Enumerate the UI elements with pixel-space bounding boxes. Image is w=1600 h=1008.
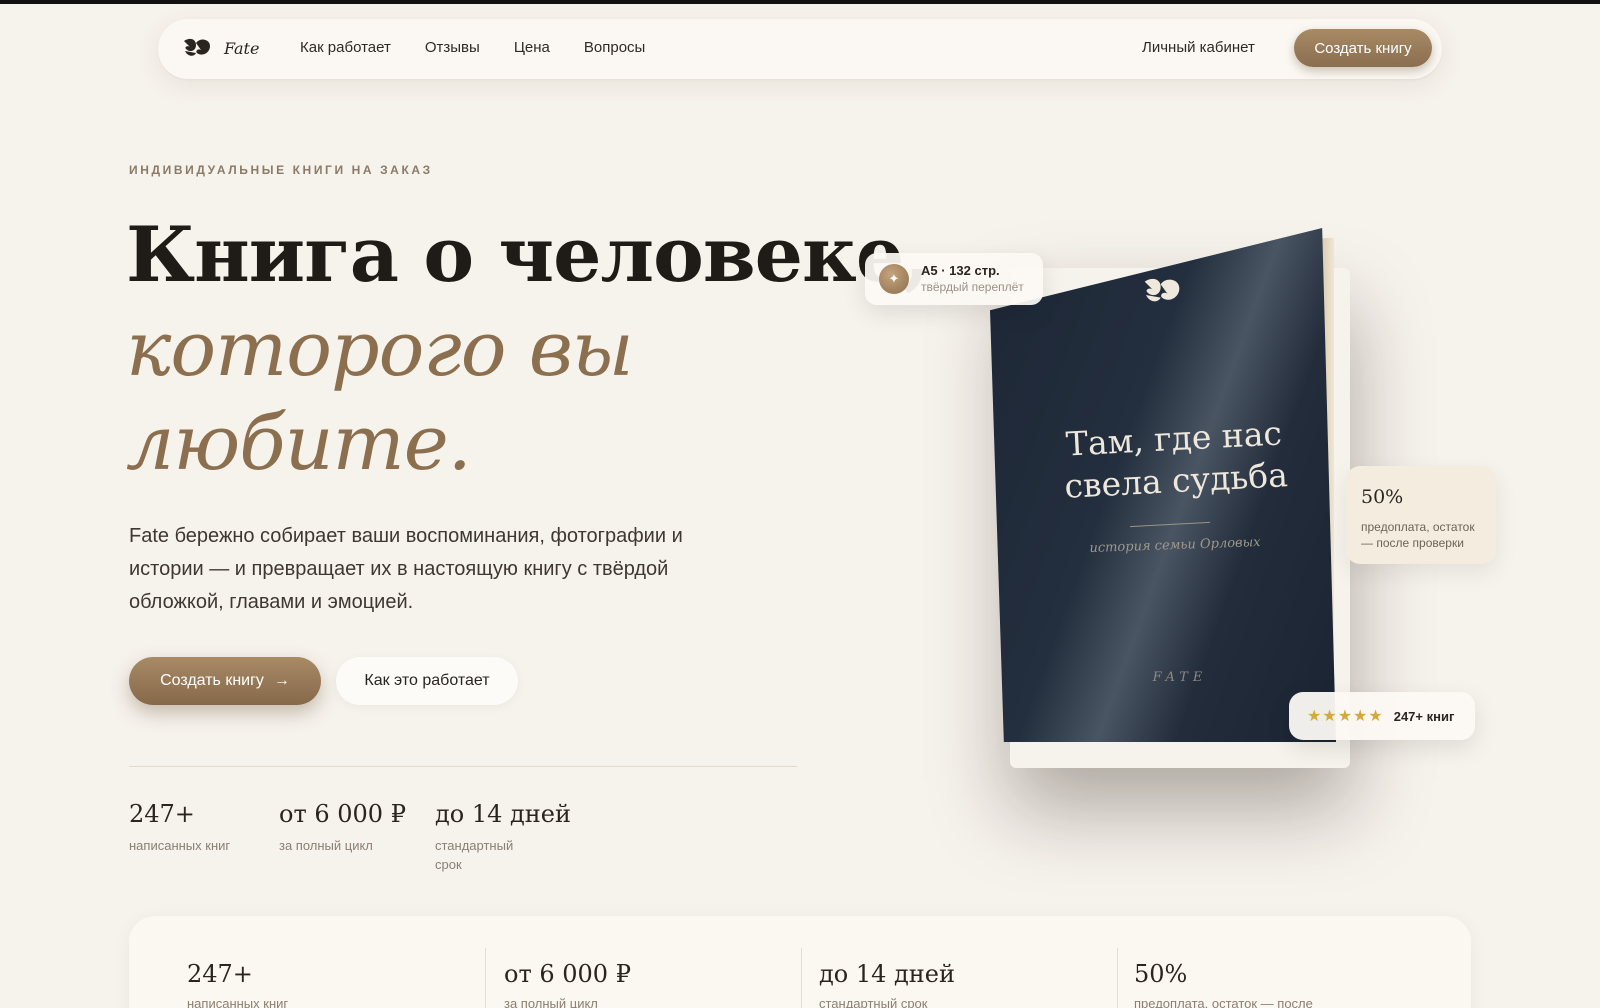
strip-label-price: за полный цикл [504,996,598,1008]
nav-link-reviews[interactable]: Отзывы [425,39,480,56]
stat-value: 247+ [129,800,195,828]
strip-value-term: до 14 дней [819,960,955,988]
stat-term: до 14 дней стандартный срок [435,800,571,874]
stat-value: до 14 дней [435,800,571,828]
strip-value-books: 247+ [187,960,253,988]
hero-stats: 247+ написанных книг от 6 000 ₽ за полны… [129,800,575,874]
format-subtitle: твёрдый переплёт [921,280,1024,294]
create-book-button[interactable]: Создать книгу → [129,657,321,705]
fate-logo-icon [1144,278,1180,302]
nav-link-faq[interactable]: Вопросы [584,39,645,56]
create-book-label: Создать книгу [160,672,264,689]
star-rating-icon: ★★★★★ [1307,708,1384,725]
book-mockup: Там, где нас свела судьба история семьи … [990,228,1358,746]
prepay-value: 50% [1361,486,1404,508]
stats-strip: 247+ написанных книг от 6 000 ₽ за полны… [129,916,1471,1008]
prepay-label: предоплата, остаток — после проверки [1361,520,1475,550]
stat-price: от 6 000 ₽ за полный цикл [279,800,406,874]
hero-title-accent: которого вы любите. [126,304,634,487]
format-title: А5 · 132 стр. [921,263,1000,278]
nav-link-how-it-works[interactable]: Как работает [300,39,391,56]
top-navigation: Fate Как работает Отзывы Цена Вопросы Ли… [158,19,1442,79]
window-top-edge [0,0,1600,4]
hero-eyebrow: ИНДИВИДУАЛЬНЫЕ КНИГИ НА ЗАКАЗ [129,163,433,177]
nav-links: Как работает Отзывы Цена Вопросы [300,39,645,56]
rating-card: ★★★★★ 247+ книг [1289,692,1475,740]
brand-logo[interactable]: Fate [182,37,259,59]
hero-title: Книга о человеке, [126,210,930,299]
stat-label: стандартный срок [435,838,514,872]
stat-value: от 6 000 ₽ [279,800,406,828]
format-card: ✦ А5 · 132 стр. твёрдый переплёт [865,253,1043,305]
arrow-right-icon: → [273,672,290,689]
book-title: Там, где нас свела судьба [1063,413,1289,506]
hero-lead: Fate бережно собирает ваши воспоминания,… [129,525,683,613]
book-brand: FATE [1152,670,1208,685]
nav-create-book-button[interactable]: Создать книгу [1294,29,1432,67]
nav-link-price[interactable]: Цена [514,39,550,56]
book-subtitle: история семьи Орловых [1089,535,1261,556]
strip-separator [485,948,486,1008]
strip-label-term: стандартный срок [819,996,928,1008]
strip-separator [1117,948,1118,1008]
book-rule [1130,521,1210,528]
sparkle-icon: ✦ [879,264,909,294]
prepay-card: 50% предоплата, остаток — после проверки [1346,466,1496,564]
book-cover: Там, где нас свела судьба история семьи … [990,228,1336,742]
hero-divider [129,766,797,767]
account-link[interactable]: Личный кабинет [1142,39,1255,56]
stat-books: 247+ написанных книг [129,800,239,874]
stat-label: написанных книг [129,838,231,853]
strip-label-books: написанных книг [187,996,289,1008]
strip-separator [801,948,802,1008]
stat-label: за полный цикл [279,838,373,853]
strip-value-prepay: 50% [1134,960,1188,988]
fate-logo-icon [184,38,210,56]
strip-label-prepay: предоплата, остаток — после [1134,996,1313,1008]
strip-value-price: от 6 000 ₽ [504,960,631,988]
brand-name: Fate [224,38,260,58]
rating-text: 247+ книг [1393,708,1455,724]
how-it-works-button[interactable]: Как это работает [336,657,518,705]
